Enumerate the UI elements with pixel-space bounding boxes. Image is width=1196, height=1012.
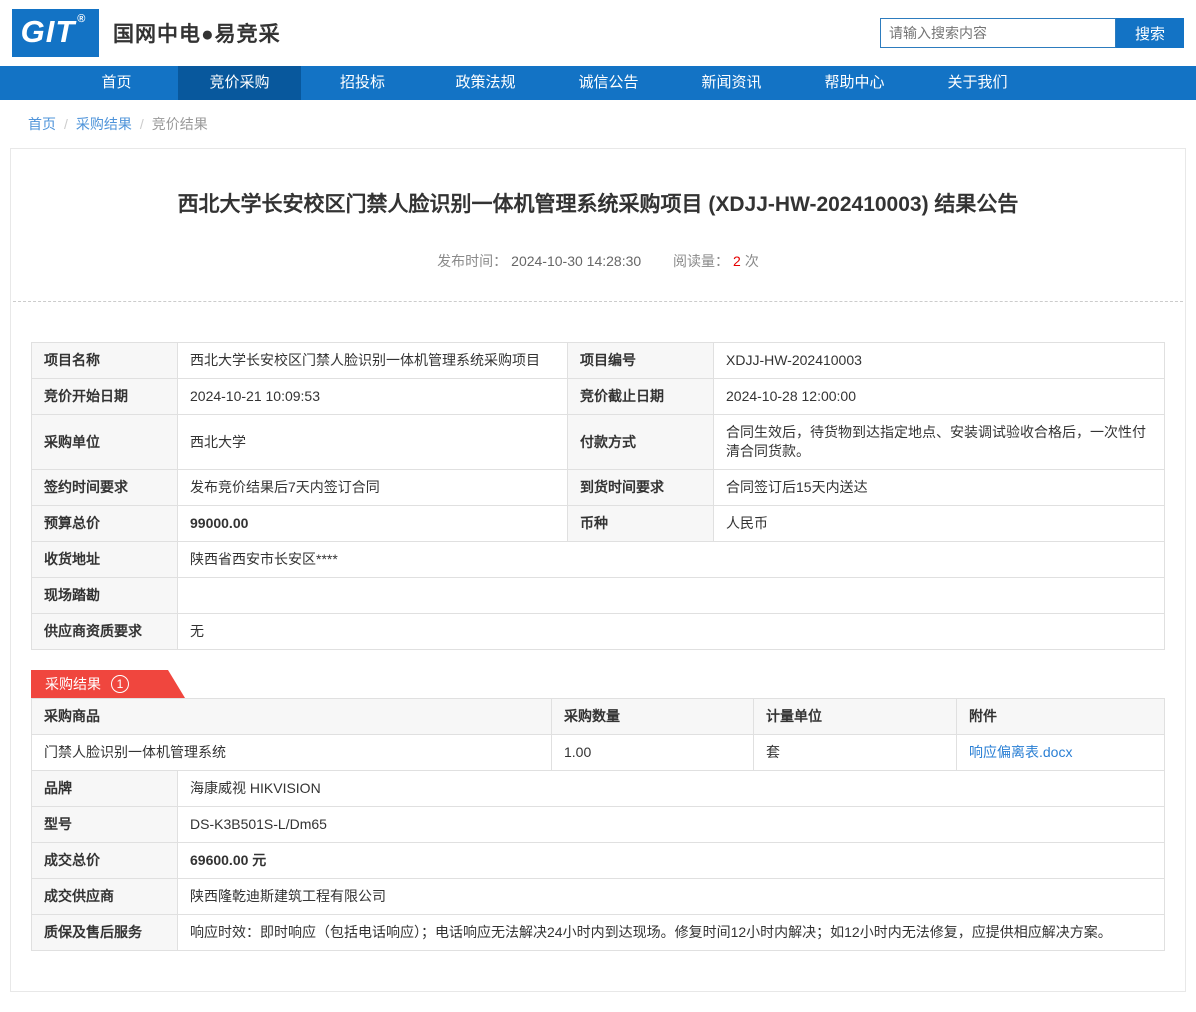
table-row: 品牌 海康威视 HIKVISION [32,771,1165,807]
field-label: 采购单位 [32,415,178,470]
field-value: 西北大学 [178,415,568,470]
procurement-result-badge: 采购结果 1 [31,670,185,698]
nav-item-help-center[interactable]: 帮助中心 [793,66,916,100]
field-label: 成交供应商 [32,879,178,915]
main-nav: 首页 竞价采购 招投标 政策法规 诚信公告 新闻资讯 帮助中心 关于我们 [0,66,1196,100]
table-header-row: 采购商品 采购数量 计量单位 附件 [32,699,1165,735]
field-value: 陕西省西安市长安区**** [178,542,1165,578]
field-value: 2024-10-28 12:00:00 [714,379,1165,415]
logo[interactable]: GIT® [12,9,99,57]
column-header: 附件 [957,699,1165,735]
nav-item-policies[interactable]: 政策法规 [424,66,547,100]
dashed-divider [13,301,1183,302]
table-row: 采购单位 西北大学 付款方式 合同生效后，待货物到达指定地点、安装调试验收合格后… [32,415,1165,470]
field-label: 币种 [568,506,714,542]
search-input[interactable] [880,18,1116,48]
table-row: 成交总价 69600.00 元 [32,843,1165,879]
breadcrumb-home[interactable]: 首页 [28,116,56,132]
field-value: 响应时效：即时响应（包括电话响应）；电话响应无法解决24小时内到达现场。修复时间… [178,915,1165,951]
field-label: 项目编号 [568,343,714,379]
breadcrumb-separator: / [140,116,144,132]
product-unit: 套 [754,735,957,771]
field-label: 预算总价 [32,506,178,542]
registered-trademark-icon: ® [77,9,86,29]
field-value: 陕西隆乾迪斯建筑工程有限公司 [178,879,1165,915]
top-header: GIT® 国网中电●易竞采 搜索 [0,0,1196,66]
deal-total-price: 69600.00 元 [178,843,1165,879]
logo-text: GIT [21,9,76,55]
budget-total-price: 99000.00 [178,506,568,542]
badge-count: 1 [111,675,129,693]
field-value: DS-K3B501S-L/Dm65 [178,807,1165,843]
field-label: 型号 [32,807,178,843]
field-label: 质保及售后服务 [32,915,178,951]
field-value: 发布竞价结果后7天内签订合同 [178,470,568,506]
breadcrumb-current: 竞价结果 [152,116,208,132]
site-name: 国网中电●易竞采 [113,18,281,48]
nav-item-tendering[interactable]: 招投标 [301,66,424,100]
field-value: 合同签订后15天内送达 [714,470,1165,506]
table-row: 型号 DS-K3B501S-L/Dm65 [32,807,1165,843]
field-label: 收货地址 [32,542,178,578]
breadcrumb-procurement-results[interactable]: 采购结果 [76,116,132,132]
breadcrumb-separator: / [64,116,68,132]
product-quantity: 1.00 [552,735,754,771]
field-value: 海康威视 HIKVISION [178,771,1165,807]
field-label: 签约时间要求 [32,470,178,506]
field-value: 无 [178,614,1165,650]
field-value: XDJJ-HW-202410003 [714,343,1165,379]
field-label: 付款方式 [568,415,714,470]
table-row: 项目名称 西北大学长安校区门禁人脸识别一体机管理系统采购项目 项目编号 XDJJ… [32,343,1165,379]
nav-item-bidding-procurement[interactable]: 竞价采购 [178,66,301,100]
field-label: 现场踏勘 [32,578,178,614]
table-row: 现场踏勘 [32,578,1165,614]
nav-item-news[interactable]: 新闻资讯 [670,66,793,100]
column-header: 采购商品 [32,699,552,735]
table-row: 成交供应商 陕西隆乾迪斯建筑工程有限公司 [32,879,1165,915]
nav-item-about-us[interactable]: 关于我们 [916,66,1039,100]
search-button[interactable]: 搜索 [1116,18,1184,48]
breadcrumb: 首页 / 采购结果 / 竞价结果 [0,100,1196,148]
nav-item-home[interactable]: 首页 [55,66,178,100]
field-value: 2024-10-21 10:09:53 [178,379,568,415]
column-header: 计量单位 [754,699,957,735]
result-table: 采购商品 采购数量 计量单位 附件 门禁人脸识别一体机管理系统 1.00 套 响… [31,698,1165,951]
field-label: 成交总价 [32,843,178,879]
publish-time: 发布时间：2024-10-30 14:28:30 [437,253,641,269]
brand[interactable]: GIT® 国网中电●易竞采 [12,9,281,57]
project-info-table: 项目名称 西北大学长安校区门禁人脸识别一体机管理系统采购项目 项目编号 XDJJ… [31,342,1165,650]
field-value [178,578,1165,614]
search-box: 搜索 [880,18,1184,48]
nav-item-integrity-notice[interactable]: 诚信公告 [547,66,670,100]
column-header: 采购数量 [552,699,754,735]
page-title: 西北大学长安校区门禁人脸识别一体机管理系统采购项目 (XDJJ-HW-20241… [61,191,1135,219]
product-name: 门禁人脸识别一体机管理系统 [32,735,552,771]
field-value: 合同生效后，待货物到达指定地点、安装调试验收合格后，一次性付清合同货款。 [714,415,1165,470]
field-label: 项目名称 [32,343,178,379]
badge-label: 采购结果 [45,674,101,694]
table-row: 预算总价 99000.00 币种 人民币 [32,506,1165,542]
table-row: 竞价开始日期 2024-10-21 10:09:53 竞价截止日期 2024-1… [32,379,1165,415]
article-meta: 发布时间：2024-10-30 14:28:30 阅读量：2次 [11,251,1185,271]
table-row: 质保及售后服务 响应时效：即时响应（包括电话响应）；电话响应无法解决24小时内到… [32,915,1165,951]
field-value: 西北大学长安校区门禁人脸识别一体机管理系统采购项目 [178,343,568,379]
table-row: 签约时间要求 发布竞价结果后7天内签订合同 到货时间要求 合同签订后15天内送达 [32,470,1165,506]
content-card: 西北大学长安校区门禁人脸识别一体机管理系统采购项目 (XDJJ-HW-20241… [10,148,1186,992]
table-row: 收货地址 陕西省西安市长安区**** [32,542,1165,578]
product-row: 门禁人脸识别一体机管理系统 1.00 套 响应偏离表.docx [32,735,1165,771]
field-label: 竞价截止日期 [568,379,714,415]
field-label: 竞价开始日期 [32,379,178,415]
field-label: 供应商资质要求 [32,614,178,650]
field-value: 人民币 [714,506,1165,542]
attachment-link[interactable]: 响应偏离表.docx [969,744,1072,760]
table-row: 供应商资质要求 无 [32,614,1165,650]
field-label: 到货时间要求 [568,470,714,506]
read-count: 阅读量：2次 [673,253,759,269]
field-label: 品牌 [32,771,178,807]
